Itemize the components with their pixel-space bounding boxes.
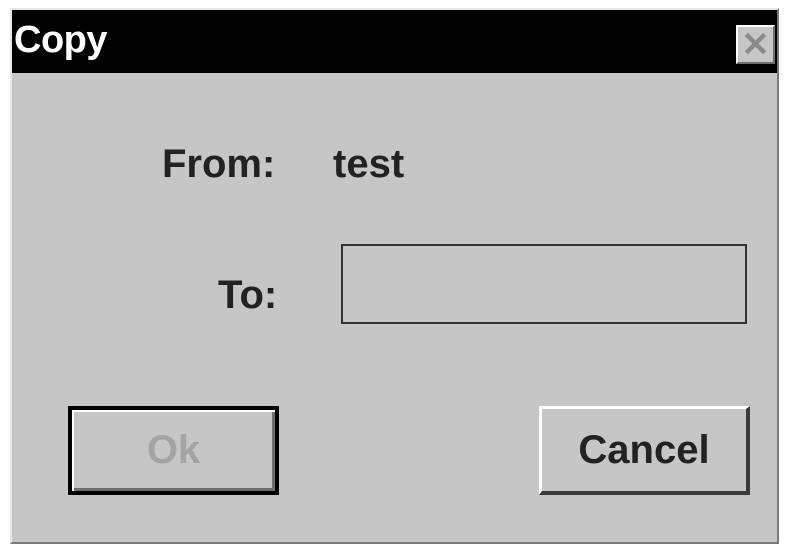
copy-dialog: Copy ✕ From: test To: Ok Cancel — [10, 8, 779, 544]
title-bar: Copy ✕ — [12, 10, 777, 73]
cancel-button-label: Cancel — [578, 427, 710, 472]
from-label: From: — [162, 142, 276, 186]
ok-button[interactable]: Ok — [68, 406, 279, 495]
ok-button-label: Ok — [146, 428, 201, 472]
to-label: To: — [218, 273, 278, 317]
window-title: Copy — [14, 19, 108, 61]
to-input[interactable] — [341, 244, 747, 324]
close-icon: ✕ — [741, 25, 770, 64]
cancel-button[interactable]: Cancel — [539, 406, 750, 495]
close-button[interactable]: ✕ — [736, 25, 775, 64]
from-value: test — [333, 142, 405, 186]
